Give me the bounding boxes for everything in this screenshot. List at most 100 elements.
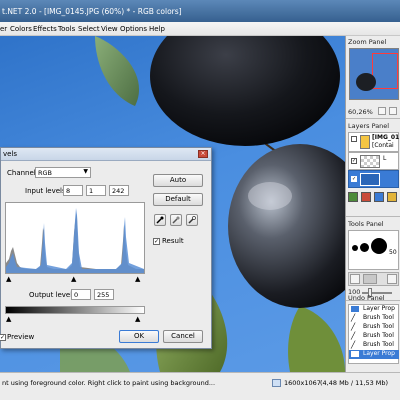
status-bar: nt using foreground color. Right click t… [0,372,400,400]
brush-small-icon[interactable] [352,245,358,251]
zoom-panel-title: Zoom Panel [348,38,387,46]
panel-divider [346,216,400,217]
layer-visibility-checkbox[interactable]: ✓ [351,176,357,182]
input-low-handle[interactable]: ▲ [6,275,11,283]
layer-row-2[interactable]: ✓ [348,170,399,188]
eyedropper-gray-icon[interactable] [170,214,182,226]
undo-item[interactable]: ╱ Brush Tool [349,323,399,332]
layer-visibility-checkbox[interactable]: ✓ [351,158,357,164]
menu-layer[interactable]: er [0,25,7,33]
menu-colors[interactable]: Colors [10,25,32,33]
undo-history-list: Layer Prop ╱ Brush Tool ╱ Brush Tool ╱ B… [348,304,399,364]
undo-item-label: Brush Tool [363,323,394,330]
undo-panel-title: Undo Panel [348,294,385,302]
brush-scrollbar[interactable] [348,272,399,286]
zoom-thumbnail[interactable] [349,48,399,100]
menu-view[interactable]: View [101,25,118,33]
channel-label: Channel: [7,169,39,177]
layer-thumbnail [360,173,380,186]
undo-item[interactable]: ╱ Brush Tool [349,341,399,350]
brush-medium-icon[interactable] [360,243,369,252]
menu-effects[interactable]: Effects [33,25,57,33]
layer-name: [IMG_01 [372,134,400,141]
window-title: t.NET 2.0 - [IMG_0145.JPG (60%) * - RGB … [2,7,182,16]
undo-item-label: Brush Tool [363,332,394,339]
result-checkbox[interactable]: ✓ [153,238,160,245]
brush-large-icon[interactable] [371,238,387,254]
undo-item-label: Layer Prop [363,305,395,312]
layer-subname: [Contai [372,142,394,149]
zoom-fit-icon[interactable] [378,107,386,115]
scroll-left-arrow[interactable] [350,274,360,284]
output-high-field[interactable]: 255 [94,289,114,300]
image-size-icon [272,379,281,387]
output-levels-slider[interactable]: ▲ ▲ [5,315,145,323]
input-gamma-field[interactable]: 1 [86,185,106,196]
channel-select-value: RGB [38,169,53,177]
input-levels-label: Input levels: [25,187,69,195]
channel-select[interactable]: RGB ▼ [35,167,91,178]
menu-select[interactable]: Select [78,25,100,33]
zoom-actual-icon[interactable] [389,107,397,115]
result-label: Result [162,237,184,245]
close-icon[interactable]: × [198,150,208,158]
undo-item[interactable]: ╱ Brush Tool [349,332,399,341]
undo-item[interactable]: Layer Prop [349,305,399,314]
histogram-graph [6,208,144,273]
dialog-title-bar[interactable]: vels × [1,148,211,161]
input-low-field[interactable]: 8 [63,185,83,196]
output-low-field[interactable]: 0 [71,289,91,300]
output-low-handle[interactable]: ▲ [6,315,11,323]
layer-row-1[interactable]: ✓ L [348,152,399,170]
output-high-handle[interactable]: ▲ [135,315,140,323]
layer-row-0[interactable]: [IMG_01 [Contai [348,132,399,152]
layer-visibility-checkbox[interactable] [351,136,357,142]
histogram-view[interactable] [5,202,145,274]
eyedropper-black-icon[interactable] [154,214,166,226]
ok-button[interactable]: OK [119,330,159,343]
zoom-thumb-plum [356,73,376,91]
scroll-thumb[interactable] [363,274,377,284]
output-gradient-bar [5,306,145,314]
menu-tools[interactable]: Tools [58,25,75,33]
layer-thumbnail [360,155,380,168]
zoom-view-rect[interactable] [372,53,398,89]
default-button[interactable]: Default [153,193,203,206]
input-levels-slider[interactable]: ▲ ▲ ▲ [5,275,145,283]
undo-item-selected[interactable]: Layer Prop [349,350,399,359]
undo-item[interactable]: ╱ Brush Tool [349,314,399,323]
input-gamma-handle[interactable]: ▲ [71,275,76,283]
zoom-value[interactable]: 60,26% [348,108,373,116]
layer-properties-icon[interactable] [387,192,397,202]
menu-bar: er Colors Effects Tools Select View Opti… [0,22,400,36]
menu-help[interactable]: Help [149,25,165,33]
preview-checkbox[interactable]: ✓ [0,334,6,341]
add-layer-icon[interactable] [348,192,358,202]
delete-layer-icon[interactable] [361,192,371,202]
tools-panel-title: Tools Panel [348,220,384,228]
status-message: nt using foreground color. Right click t… [2,379,216,387]
eyedropper-white-icon[interactable] [186,214,198,226]
brush-size-label: 50 [389,249,397,256]
preview-label: Preview [7,333,35,341]
auto-button[interactable]: Auto [153,174,203,187]
right-panels: Zoom Panel 60,26% Layers Panel [IMG_01 [… [345,36,400,372]
cancel-button[interactable]: Cancel [163,330,203,343]
menu-options[interactable]: Options [120,25,147,33]
layer-properties-icon [351,351,359,357]
input-high-field[interactable]: 242 [109,185,129,196]
duplicate-layer-icon[interactable] [374,192,384,202]
input-high-handle[interactable]: ▲ [135,275,140,283]
brush-icon: ╱ [351,332,356,340]
layers-toolbar [348,192,399,214]
scroll-right-arrow[interactable] [387,274,397,284]
levels-dialog: vels × Channel: RGB ▼ Input levels: 8 1 … [0,147,212,349]
memory-usage: (4,48 Mb / 11,53 Mb) [320,379,389,387]
undo-item-label: Brush Tool [363,314,394,321]
layer-icon [360,135,370,149]
brush-icon: ╱ [351,314,356,322]
brush-size-list[interactable]: 50 [348,230,399,270]
chevron-down-icon: ▼ [83,168,88,175]
layers-panel-title: Layers Panel [348,122,390,130]
brush-icon: ╱ [351,341,356,349]
